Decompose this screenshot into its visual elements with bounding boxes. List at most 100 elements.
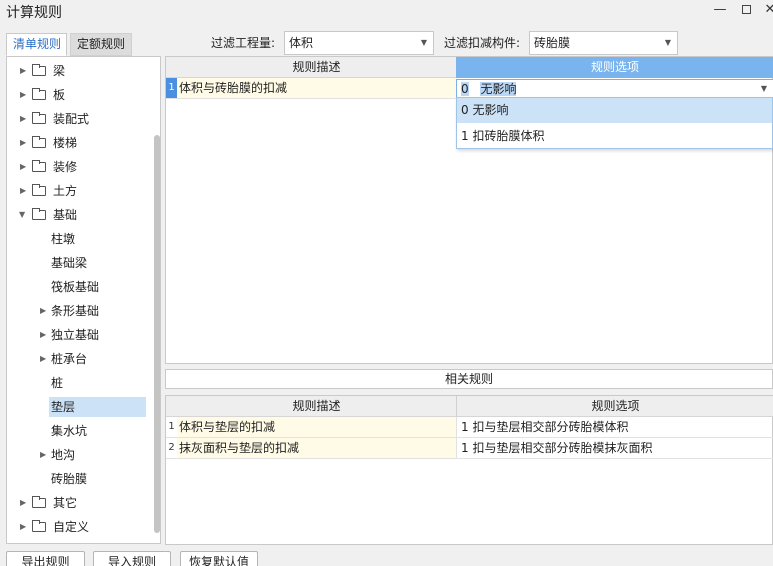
- tree-item-label: 砖胎膜: [51, 472, 88, 486]
- related-rules-grid: 规则描述 规则选项 1 体积与垫层的扣减 1 扣与垫层相交部分砖胎模体积 2 抹…: [165, 395, 773, 545]
- chevron-down-icon: ▼: [664, 38, 671, 47]
- filter-component-value: 砖胎膜: [534, 36, 571, 50]
- tree-item-label: 筏板基础: [51, 280, 100, 294]
- table-row[interactable]: 1 体积与垫层的扣减 1 扣与垫层相交部分砖胎模体积: [166, 417, 773, 438]
- maximize-icon: [741, 5, 751, 14]
- rule-description-cell[interactable]: 体积与垫层的扣减: [177, 417, 456, 437]
- tree-item-foundation-beam[interactable]: 基础梁: [7, 252, 147, 274]
- rule-description-cell[interactable]: 体积与砖胎膜的扣减: [177, 78, 456, 98]
- restore-defaults-button[interactable]: 恢复默认值: [180, 551, 258, 566]
- rule-description-cell[interactable]: 抹灰面积与垫层的扣减: [177, 438, 456, 458]
- tree-item-label: 地沟: [51, 448, 76, 462]
- expand-arrow-icon[interactable]: ▶: [20, 108, 26, 130]
- col-header-description[interactable]: 规则描述: [177, 396, 456, 417]
- rule-option-editor[interactable]: 0 无影响 ▼: [456, 79, 773, 99]
- tree-item-other[interactable]: ▶ 其它: [7, 492, 147, 514]
- folder-icon: [32, 136, 46, 148]
- col-header-description[interactable]: 规则描述: [177, 57, 456, 78]
- tree-item-brick-formwork[interactable]: 砖胎膜: [7, 468, 147, 490]
- filter-quantity-value: 体积: [289, 36, 314, 50]
- tree-item-cushion[interactable]: 垫层: [7, 396, 147, 418]
- collapse-arrow-icon[interactable]: ▼: [19, 204, 25, 226]
- tree-item-trench[interactable]: ▶ 地沟: [7, 444, 147, 466]
- close-button[interactable]: ✕: [758, 0, 773, 22]
- chevron-down-icon[interactable]: ▼: [761, 80, 767, 98]
- option-dropdown-list: 0 无影响 1 扣砖胎膜体积: [456, 97, 773, 149]
- expand-arrow-icon[interactable]: ▶: [20, 180, 26, 202]
- expand-arrow-icon[interactable]: ▶: [40, 300, 46, 322]
- component-tree: ▶ 梁 ▶ 板 ▶ 装配式 ▶ 楼梯 ▶ 装修 ▶ 土方 ▼ 基础 柱墩 基础梁…: [6, 56, 161, 544]
- tree-item-label: 独立基础: [51, 328, 100, 342]
- rule-option-cell[interactable]: 1 扣与垫层相交部分砖胎模体积: [456, 417, 773, 437]
- expand-arrow-icon[interactable]: ▶: [20, 84, 26, 106]
- tree-item-pile[interactable]: 桩: [7, 372, 147, 394]
- import-rules-button[interactable]: 导入规则: [93, 551, 171, 566]
- maximize-button[interactable]: [734, 0, 758, 22]
- tree-item-decoration[interactable]: ▶ 装修: [7, 156, 147, 178]
- folder-icon: [32, 160, 46, 172]
- row-number: 1: [166, 78, 177, 98]
- tree-item-sump[interactable]: 集水坑: [7, 420, 147, 442]
- expand-arrow-icon[interactable]: ▶: [40, 348, 46, 370]
- col-header-option[interactable]: 规则选项: [456, 57, 773, 78]
- folder-icon: [32, 64, 46, 76]
- expand-arrow-icon[interactable]: ▶: [20, 156, 26, 178]
- tree-item-label: 垫层: [51, 400, 76, 414]
- chevron-down-icon: ▼: [420, 38, 427, 47]
- tree-item-label: 其它: [53, 496, 78, 510]
- expand-arrow-icon[interactable]: ▶: [40, 444, 46, 466]
- tree-item-beam[interactable]: ▶ 梁: [7, 60, 147, 82]
- expand-arrow-icon[interactable]: ▶: [20, 492, 26, 514]
- tree-item-label: 装配式: [53, 112, 90, 126]
- col-header-option[interactable]: 规则选项: [457, 396, 773, 417]
- table-row[interactable]: 2 抹灰面积与垫层的扣减 1 扣与垫层相交部分砖胎模抹灰面积: [166, 438, 773, 459]
- expand-arrow-icon[interactable]: ▶: [20, 60, 26, 82]
- minimize-button[interactable]: —: [708, 0, 732, 22]
- tree-item-label: 条形基础: [51, 304, 100, 318]
- export-rules-button[interactable]: 导出规则: [6, 551, 85, 566]
- expand-arrow-icon[interactable]: ▶: [20, 132, 26, 154]
- tree-item-prefab[interactable]: ▶ 装配式: [7, 108, 147, 130]
- related-grid-header: 规则描述 规则选项: [166, 396, 773, 417]
- tree-scrollbar[interactable]: [154, 135, 160, 533]
- tree-item-pile-cap[interactable]: ▶ 桩承台: [7, 348, 147, 370]
- tree-item-strip-foundation[interactable]: ▶ 条形基础: [7, 300, 147, 322]
- option-code: 0: [461, 82, 469, 96]
- tree-item-foundation[interactable]: ▼ 基础: [7, 204, 147, 226]
- tree-item-custom[interactable]: ▶ 自定义: [7, 516, 147, 538]
- folder-icon: [32, 520, 46, 532]
- tree-item-label: 桩承台: [51, 352, 88, 366]
- window-title: 计算规则: [6, 5, 62, 21]
- tree-item-column-pier[interactable]: 柱墩: [7, 228, 147, 250]
- close-icon: ✕: [764, 2, 773, 17]
- minimize-icon: —: [713, 2, 727, 17]
- filter-quantity-label: 过滤工程量:: [211, 36, 276, 50]
- dropdown-option-no-effect[interactable]: 0 无影响: [457, 98, 772, 123]
- tree-item-stairs[interactable]: ▶ 楼梯: [7, 132, 147, 154]
- tree-item-isolated-foundation[interactable]: ▶ 独立基础: [7, 324, 147, 346]
- tree-item-label: 基础: [53, 208, 78, 222]
- folder-icon: [32, 184, 46, 196]
- filter-quantity-select[interactable]: 体积 ▼: [284, 31, 434, 55]
- folder-icon: [32, 88, 46, 100]
- row-number: 1: [166, 417, 177, 437]
- tree-item-label: 楼梯: [53, 136, 78, 150]
- expand-arrow-icon[interactable]: ▶: [20, 516, 26, 538]
- rule-option-cell[interactable]: 1 扣与垫层相交部分砖胎模抹灰面积: [456, 438, 773, 458]
- tree-item-label: 板: [53, 88, 66, 102]
- tree-item-label: 自定义: [53, 520, 90, 534]
- tree-item-label: 梁: [53, 64, 66, 78]
- row-number: 2: [166, 438, 177, 458]
- tree-item-slab[interactable]: ▶ 板: [7, 84, 147, 106]
- dropdown-option-deduct-volume[interactable]: 1 扣砖胎膜体积: [457, 124, 772, 149]
- tree-item-raft[interactable]: 筏板基础: [7, 276, 147, 298]
- title-bar: 计算规则 — ✕: [0, 0, 773, 24]
- tree-item-earthwork[interactable]: ▶ 土方: [7, 180, 147, 202]
- tab-quota-rules[interactable]: 定额规则: [70, 33, 132, 56]
- tree-item-label: 柱墩: [51, 232, 76, 246]
- tab-bill-rules[interactable]: 清单规则: [6, 33, 67, 56]
- filter-component-select[interactable]: 砖胎膜 ▼: [529, 31, 678, 55]
- folder-icon: [32, 112, 46, 124]
- expand-arrow-icon[interactable]: ▶: [40, 324, 46, 346]
- folder-icon: [32, 496, 46, 508]
